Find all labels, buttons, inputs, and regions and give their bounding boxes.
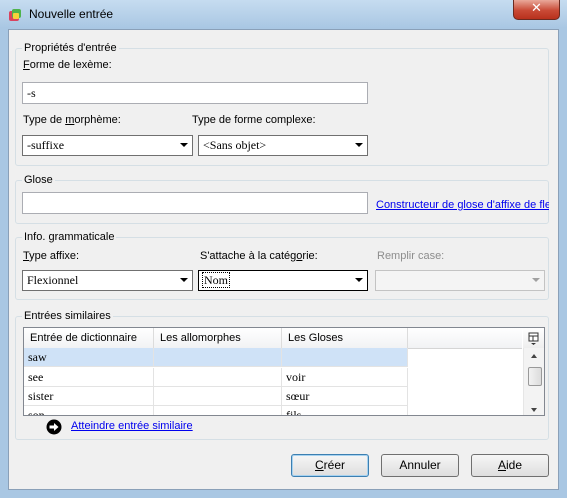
scroll-thumb[interactable] — [528, 367, 542, 386]
dropdown-arrow-icon — [532, 278, 540, 282]
create-button[interactable]: Créer — [291, 454, 369, 477]
cell-entry: son — [24, 406, 154, 415]
column-header-allomorphs[interactable]: Les allomorphes — [154, 328, 282, 348]
close-icon: ✕ — [531, 1, 542, 16]
entry-properties-group-label: Propriétés d'entrée — [22, 42, 119, 54]
complex-form-type-value: <Sans objet> — [203, 138, 267, 152]
complex-form-type-label: Type de forme complexe: — [192, 114, 316, 126]
dropdown-arrow-icon — [355, 143, 363, 147]
affix-type-label: Type affixe: — [23, 250, 80, 262]
fill-slot-label: Remplir case: — [377, 250, 445, 262]
grid-vertical-scrollbar[interactable] — [523, 348, 544, 415]
affix-type-select[interactable]: Flexionnel — [22, 270, 193, 291]
grid-header: Entrée de dictionnaire Les allomorphes L… — [24, 328, 522, 349]
dropdown-arrow-icon — [180, 278, 188, 282]
table-row[interactable]: son fils — [24, 406, 408, 415]
gloss-group-label: Glose — [22, 174, 55, 186]
cell-allomorphs — [154, 387, 282, 406]
similar-entries-group-label: Entrées similaires — [22, 310, 113, 322]
grammatical-info-group-label: Info. grammaticale — [22, 231, 117, 243]
table-row[interactable]: see voir — [24, 368, 408, 387]
help-button[interactable]: Aide — [471, 454, 549, 477]
column-header-dictionary-entry[interactable]: Entrée de dictionnaire — [24, 328, 154, 348]
gloss-input[interactable] — [22, 192, 368, 214]
scroll-up-icon[interactable] — [531, 354, 537, 358]
cancel-button[interactable]: Annuler — [381, 454, 459, 477]
dropdown-arrow-icon — [355, 278, 363, 282]
arrow-right-circle-icon — [46, 419, 62, 435]
cell-allomorphs — [154, 368, 282, 387]
cell-allomorphs — [154, 406, 282, 415]
morpheme-type-value: -suffixe — [27, 138, 65, 152]
lexeme-form-input[interactable]: -s — [22, 82, 368, 104]
scroll-down-icon[interactable] — [531, 408, 537, 412]
app-icon — [9, 9, 21, 21]
affix-type-value: Flexionnel — [27, 273, 79, 287]
grid-options-button[interactable] — [523, 328, 544, 348]
goto-similar-entry-link[interactable]: Atteindre entrée similaire — [71, 420, 193, 432]
grid-options-icon — [528, 332, 539, 345]
cell-glosses: fils — [282, 406, 408, 415]
attaches-to-category-value: Nom — [202, 272, 230, 288]
table-row[interactable]: saw — [24, 348, 408, 367]
cell-entry: sister — [24, 387, 154, 406]
fill-slot-select[interactable] — [375, 270, 545, 291]
cell-glosses: sœur — [282, 387, 408, 406]
gloss-builder-link[interactable]: Constructeur de glose d'affixe de fle — [376, 199, 549, 211]
attaches-to-category-select[interactable]: Nom — [198, 270, 368, 291]
column-header-glosses[interactable]: Les Gloses — [282, 328, 408, 348]
close-button[interactable]: ✕ — [513, 0, 560, 20]
morpheme-type-select[interactable]: -suffixe — [22, 135, 193, 156]
complex-form-type-select[interactable]: <Sans objet> — [198, 135, 368, 156]
cell-glosses: voir — [282, 368, 408, 387]
morpheme-type-label: Type de morphème: — [23, 114, 121, 126]
cell-allomorphs — [154, 348, 282, 367]
window-title: Nouvelle entrée — [29, 7, 114, 21]
similar-entries-grid[interactable]: Entrée de dictionnaire Les allomorphes L… — [23, 327, 545, 416]
attaches-to-category-label: S'attache à la catégorie: — [200, 250, 318, 262]
title-bar[interactable]: Nouvelle entrée ✕ — [0, 0, 567, 28]
table-row[interactable]: sister sœur — [24, 387, 408, 406]
cell-entry: see — [24, 368, 154, 387]
lexeme-form-label: Forme de lexème: — [23, 59, 112, 71]
cell-glosses — [282, 348, 408, 367]
dropdown-arrow-icon — [180, 143, 188, 147]
cell-entry: saw — [24, 348, 154, 367]
